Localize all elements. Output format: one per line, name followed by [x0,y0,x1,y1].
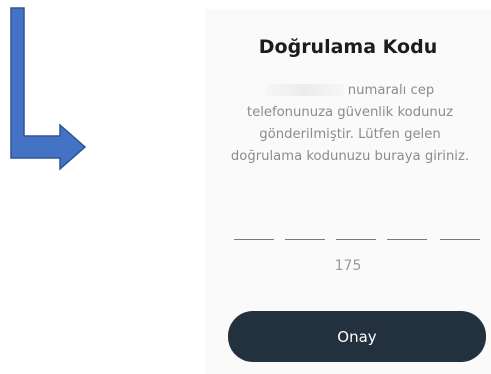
description-line4: doğrulama kodunuzu buraya giriniz. [230,149,470,164]
code-digit-4[interactable] [387,239,427,240]
code-digit-3[interactable] [336,239,376,240]
confirm-button[interactable]: Onay [228,311,486,362]
dialog-description: numaralı cep telefonunuza güvenlik kodun… [215,80,485,168]
code-digit-2[interactable] [285,239,325,240]
arrow-down-right-icon [10,7,87,171]
description-line2: telefonunuza güvenlik kodunuz [246,105,454,120]
dialog-title: Doğrulama Kodu [258,36,438,58]
description-line1: numaralı cep [347,83,435,98]
countdown-timer: 175 [334,258,362,274]
code-input-row [234,239,482,243]
code-digit-1[interactable] [234,239,274,240]
code-digit-5[interactable] [440,239,480,240]
masked-phone-number [265,84,344,96]
description-line3: gönderilmiştir. Lütfen gelen [259,127,441,142]
